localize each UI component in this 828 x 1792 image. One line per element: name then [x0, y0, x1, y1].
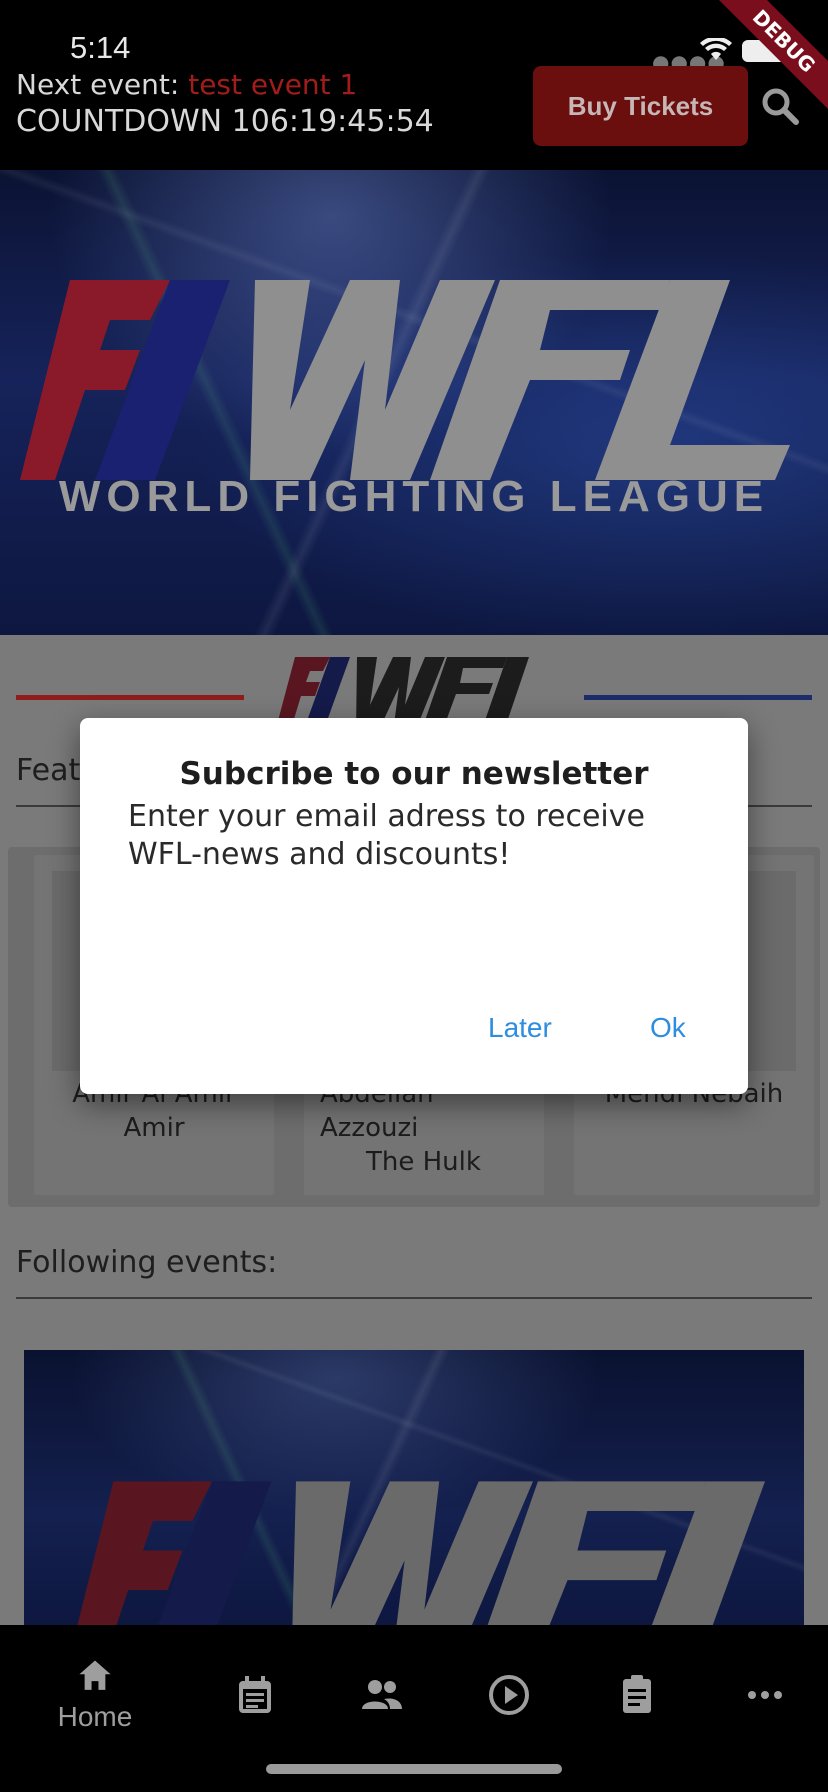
later-button[interactable]: Later — [488, 1012, 552, 1044]
following-events-title: Following events: — [16, 1245, 278, 1280]
next-event-name[interactable]: test event 1 — [188, 68, 357, 101]
wifi-icon — [700, 38, 732, 60]
home-indicator[interactable] — [266, 1764, 562, 1774]
countdown: COUNTDOWN 106:19:45:54 — [16, 104, 434, 139]
search-icon[interactable] — [760, 86, 800, 126]
buy-tickets-button[interactable]: Buy Tickets — [533, 66, 748, 146]
event-card-image[interactable] — [24, 1350, 804, 1625]
fighter-name-line2: Amir — [123, 1113, 185, 1143]
home-icon — [79, 1660, 111, 1690]
divider-red — [16, 695, 244, 700]
next-event-label: Next event: test event 1 — [16, 68, 357, 101]
hero-subtitle: WORLD FIGHTING LEAGUE — [58, 472, 770, 521]
play-icon — [489, 1675, 529, 1715]
clipboard-icon — [623, 1675, 651, 1713]
dialog-body: Enter your email adress to receive WFL-n… — [128, 799, 645, 872]
status-bar: 5:14 ●●●● — [0, 0, 828, 74]
featured-title: Feat — [16, 753, 81, 788]
nav-videos[interactable] — [454, 1643, 564, 1733]
dialog-title: Subcribe to our newsletter — [179, 756, 649, 792]
nav-fighters[interactable] — [327, 1643, 437, 1733]
nav-home-label: Home — [57, 1701, 133, 1732]
more-icon — [748, 1691, 782, 1699]
status-time: 5:14 — [70, 30, 131, 65]
hero-banner: WORLD FIGHTING LEAGUE — [0, 170, 828, 635]
nav-home[interactable]: Home — [40, 1643, 150, 1733]
calendar-icon — [239, 1676, 271, 1713]
divider-blue — [584, 695, 812, 700]
wfl-logo — [20, 280, 790, 480]
event-wfl-logo — [77, 1481, 766, 1625]
people-icon — [362, 1680, 402, 1709]
fighter-nickname: The Hulk — [366, 1147, 481, 1177]
fighter-name-line2: Azzouzi — [320, 1113, 419, 1143]
next-event-prefix: Next event: — [16, 68, 189, 101]
ok-button[interactable]: Ok — [650, 1012, 686, 1044]
nav-events[interactable] — [200, 1643, 310, 1733]
nav-results[interactable] — [582, 1643, 692, 1733]
nav-more[interactable] — [710, 1643, 820, 1733]
newsletter-dialog: Subcribe to our newsletter Enter your em… — [80, 718, 748, 1094]
following-divider — [16, 1297, 812, 1299]
